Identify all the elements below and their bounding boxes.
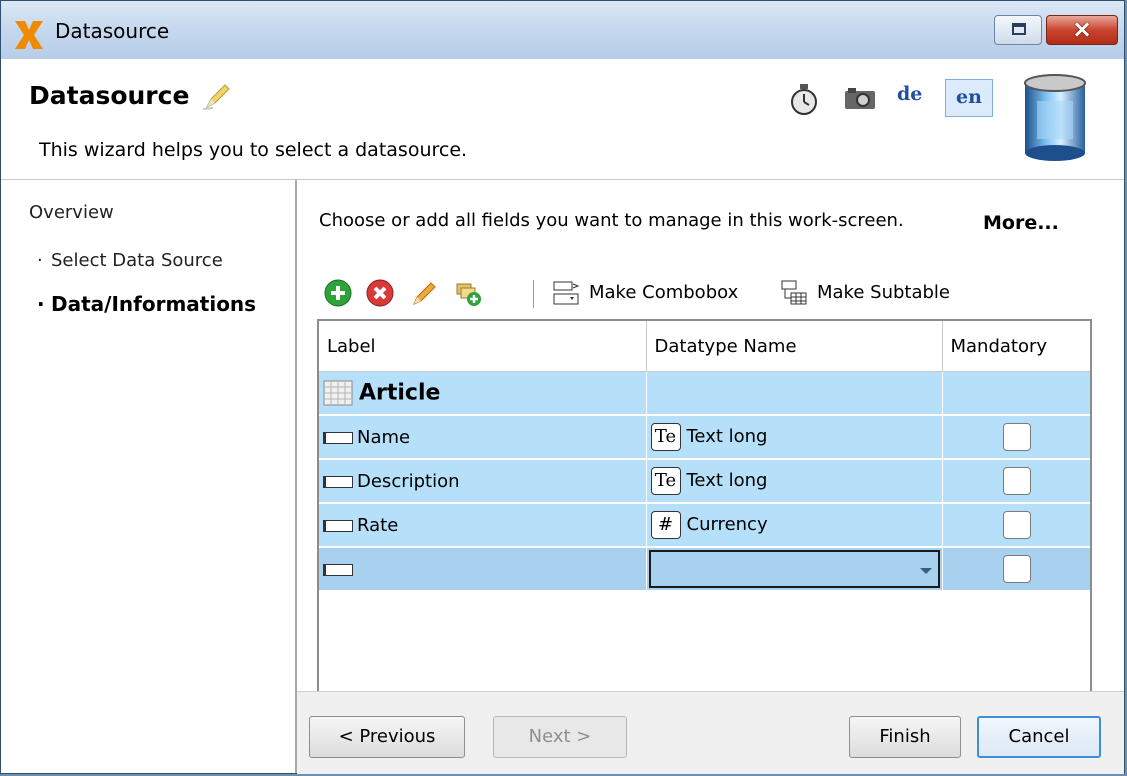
wizard-footer: < Previous Next > Finish Cancel: [297, 691, 1124, 774]
field-label: Description: [357, 470, 460, 492]
field-datatype: Currency: [686, 514, 768, 535]
wizard-header: Datasource This wizard helps you to sele…: [1, 59, 1124, 180]
restore-icon: [1012, 23, 1026, 35]
field-icon: [323, 475, 353, 488]
table-icon: [323, 380, 353, 406]
import-icon[interactable]: [453, 278, 483, 308]
sidebar-step-data-informations[interactable]: · Data/Informations: [37, 292, 256, 316]
text-type-icon: Te: [650, 423, 681, 451]
more-link[interactable]: More...: [983, 212, 1059, 234]
intro-text: Choose or add all fields you want to man…: [319, 210, 904, 231]
wizard-steps-sidebar: Overview · Select Data Source · Data/Infor…: [1, 180, 297, 773]
new-field-row[interactable]: [319, 547, 1090, 592]
fields-toolbar: Make Combobox Make Subtable: [323, 276, 1023, 312]
close-icon: ×: [1071, 15, 1093, 43]
table-row[interactable]: Rate # Currency: [319, 503, 1090, 548]
text-type-icon: Te: [650, 467, 681, 495]
group-label: Article: [359, 380, 441, 406]
field-label: Rate: [357, 514, 399, 536]
language-en[interactable]: en: [945, 79, 993, 117]
chevron-down-icon[interactable]: [919, 568, 932, 574]
step-label: Select Data Source: [51, 250, 223, 271]
column-header-mandatory[interactable]: Mandatory: [942, 321, 1090, 372]
mandatory-checkbox[interactable]: [1003, 467, 1031, 495]
sidebar-step-select-data-source[interactable]: · Select Data Source: [37, 250, 223, 271]
subtable-icon[interactable]: [779, 278, 809, 308]
combobox-icon[interactable]: [551, 278, 581, 308]
table-row[interactable]: Description Te Text long: [319, 459, 1090, 504]
restore-button[interactable]: [994, 15, 1042, 45]
close-button[interactable]: ×: [1046, 15, 1118, 45]
make-combobox-button[interactable]: Make Combobox: [589, 282, 738, 303]
fields-grid[interactable]: Label Datatype Name Mandatory Article Na…: [317, 319, 1092, 691]
column-header-datatype[interactable]: Datatype Name: [646, 321, 943, 372]
make-subtable-button[interactable]: Make Subtable: [817, 282, 950, 303]
stopwatch-icon[interactable]: [789, 83, 819, 117]
database-icon: [1024, 74, 1086, 161]
add-icon[interactable]: [323, 278, 353, 308]
mandatory-checkbox[interactable]: [1003, 555, 1031, 583]
next-button[interactable]: Next >: [493, 716, 627, 758]
field-label: Name: [357, 426, 411, 448]
toolbar-separator: [533, 280, 534, 308]
camera-icon[interactable]: [843, 85, 877, 113]
mandatory-checkbox[interactable]: [1003, 423, 1031, 451]
title-bar[interactable]: Datasource ×: [1, 1, 1124, 60]
delete-icon[interactable]: [365, 278, 395, 308]
window-title: Datasource: [55, 19, 170, 43]
page-title: Datasource: [29, 81, 190, 110]
field-icon: [323, 431, 353, 444]
pencil-icon[interactable]: [201, 81, 233, 111]
step-label: Data/Informations: [51, 292, 257, 316]
app-logo-icon: [15, 21, 43, 49]
field-icon: [323, 563, 353, 576]
number-type-icon: #: [650, 511, 681, 539]
edit-icon[interactable]: [409, 278, 439, 308]
language-de[interactable]: de: [897, 83, 922, 105]
previous-button[interactable]: < Previous: [309, 716, 465, 758]
finish-button[interactable]: Finish: [849, 716, 961, 758]
mandatory-checkbox[interactable]: [1003, 511, 1031, 539]
cancel-button[interactable]: Cancel: [977, 716, 1101, 758]
column-header-label[interactable]: Label: [319, 321, 647, 372]
field-icon: [323, 519, 353, 532]
datasource-window: Datasource × Datasource This wizard help…: [0, 0, 1125, 774]
field-datatype: Text long: [686, 426, 768, 447]
wizard-description: This wizard helps you to select a dataso…: [39, 139, 468, 161]
group-row-article[interactable]: Article: [319, 371, 1090, 416]
field-datatype: Text long: [686, 470, 768, 491]
sidebar-overview[interactable]: Overview: [29, 202, 114, 223]
table-row[interactable]: Name Te Text long: [319, 415, 1090, 460]
datatype-select[interactable]: [648, 550, 940, 588]
wizard-content: Choose or add all fields you want to man…: [297, 180, 1124, 691]
